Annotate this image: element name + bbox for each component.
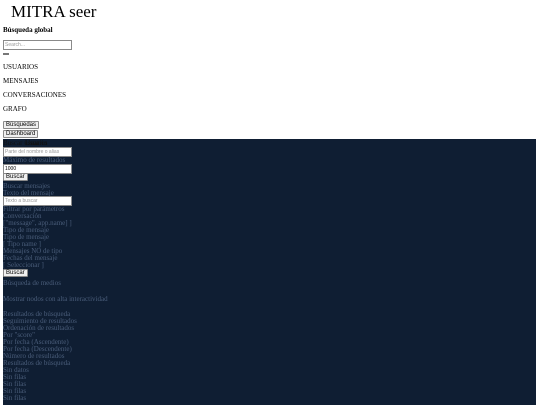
high-interactivity-label: Mostrar nodos con alta interactividad <box>3 295 108 303</box>
message-search-button[interactable]: Buscar <box>3 269 28 277</box>
nav-item-grafo[interactable]: GRAFO <box>3 105 27 114</box>
search-toggle-button[interactable] <box>3 53 9 55</box>
nav-item-conversaciones[interactable]: CONVERSACIONES <box>3 91 66 100</box>
user-search-button[interactable]: Buscar <box>3 173 28 181</box>
app-title: MITRA seer <box>11 2 97 21</box>
limit-label: Máximo de resultados <box>3 156 66 164</box>
search-panel: Buscar usuarios Usuario Máximo de result… <box>3 139 536 405</box>
dashboard-button[interactable]: Dashboard <box>3 130 39 138</box>
global-search-label: Búsqueda global <box>3 26 53 34</box>
media-search-label: Búsqueda de medios <box>3 279 61 287</box>
nav-item-mensajes[interactable]: MENSAJES <box>3 77 38 86</box>
nav-item-usuarios[interactable]: USUARIOS <box>3 63 38 72</box>
filter-line[interactable]: [ Seleccionar ] <box>3 261 44 269</box>
results-line: Sin filas <box>3 394 27 402</box>
global-search-input[interactable] <box>3 40 72 50</box>
busquedas-button[interactable]: Búsquedas <box>3 121 40 129</box>
panel-header-user-field: Usuario <box>25 139 48 147</box>
